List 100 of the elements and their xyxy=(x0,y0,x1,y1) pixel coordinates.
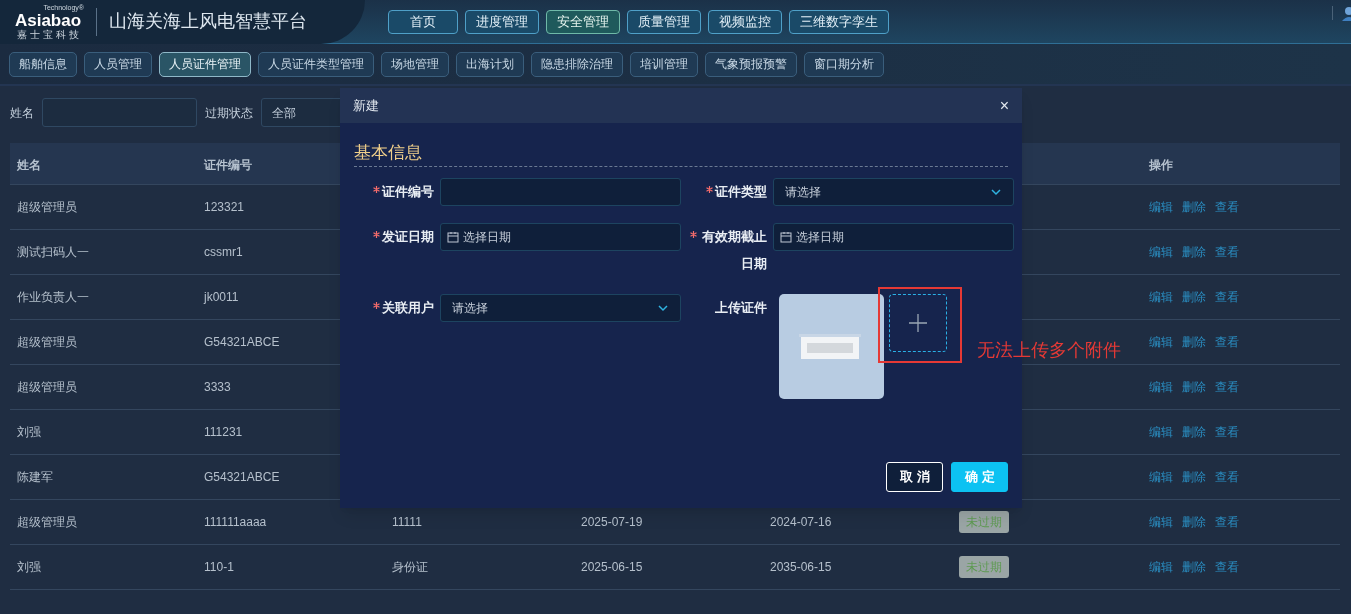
action-link[interactable]: 删除 xyxy=(1182,378,1206,396)
input-field[interactable] xyxy=(440,178,681,206)
action-link[interactable]: 删除 xyxy=(1182,333,1206,351)
table-cell-text: 作业负责人一 xyxy=(17,289,89,306)
sub-tab[interactable]: 人员证件管理 xyxy=(159,51,251,77)
action-link[interactable]: 编辑 xyxy=(1149,243,1173,261)
action-link[interactable]: 查看 xyxy=(1215,513,1239,531)
column-header: 姓名 xyxy=(17,157,41,172)
calendar-icon xyxy=(780,231,792,243)
annotation-text: 无法上传多个附件 xyxy=(977,339,1121,362)
action-link[interactable]: 删除 xyxy=(1182,558,1206,576)
nav-tab[interactable]: 安全管理 xyxy=(546,9,620,34)
field-label: 发证日期 xyxy=(382,228,434,246)
action-link[interactable]: 查看 xyxy=(1215,243,1239,261)
section-title: 基本信息 xyxy=(354,142,423,164)
date-field[interactable]: 选择日期 xyxy=(773,223,1014,251)
sub-tab[interactable]: 隐患排除治理 xyxy=(531,51,623,77)
nav-tab[interactable]: 三维数字孪生 xyxy=(789,9,889,34)
nav-tab[interactable]: 首页 xyxy=(388,9,458,34)
calendar-icon xyxy=(447,231,459,243)
cancel-button[interactable]: 取消 xyxy=(886,462,943,492)
action-link[interactable]: 查看 xyxy=(1215,198,1239,216)
sub-tab[interactable]: 出海计划 xyxy=(456,51,524,77)
action-link[interactable]: 查看 xyxy=(1215,288,1239,306)
action-link[interactable]: 删除 xyxy=(1182,423,1206,441)
table-cell-text: 111111aaaa xyxy=(204,514,267,531)
sub-tab[interactable]: 场地管理 xyxy=(381,51,449,77)
field-label: 关联用户 xyxy=(382,299,434,317)
field-label: 证件编号 xyxy=(382,183,434,201)
table-cell-text: 3333 xyxy=(204,379,231,396)
action-link[interactable]: 查看 xyxy=(1215,468,1239,486)
column-header: 操作 xyxy=(1149,157,1173,172)
dialog-title: 新建 xyxy=(353,96,379,115)
table-cell-text: jk0011 xyxy=(204,289,239,306)
action-link[interactable]: 查看 xyxy=(1215,378,1239,396)
action-link[interactable]: 删除 xyxy=(1182,198,1206,216)
action-link[interactable]: 查看 xyxy=(1215,333,1239,351)
action-link[interactable]: 删除 xyxy=(1182,288,1206,306)
table-cell-text: 超级管理员 xyxy=(17,514,77,531)
filter-label: 姓名 xyxy=(10,104,34,122)
name-field[interactable] xyxy=(42,98,197,127)
field-label: 有效期截止日期 xyxy=(701,228,767,273)
nav-tab[interactable]: 视频监控 xyxy=(708,9,782,34)
action-link[interactable]: 删除 xyxy=(1182,243,1206,261)
select-field[interactable]: 请选择 xyxy=(440,294,681,322)
table-cell-text: 超级管理员 xyxy=(17,379,77,396)
action-link[interactable]: 编辑 xyxy=(1149,198,1173,216)
table-cell-text: 110-1 xyxy=(204,559,234,576)
sub-tab[interactable]: 人员证件类型管理 xyxy=(258,51,374,77)
sub-tab[interactable]: 船舶信息 xyxy=(9,51,77,77)
table-cell-text: 身份证 xyxy=(392,559,428,576)
chevron-down-icon xyxy=(657,302,669,314)
action-link[interactable]: 删除 xyxy=(1182,468,1206,486)
table-cell-text: 刘强 xyxy=(17,424,41,441)
table-cell-text: 2024-07-16 xyxy=(770,514,832,531)
action-link[interactable]: 编辑 xyxy=(1149,513,1173,531)
action-link[interactable]: 查看 xyxy=(1215,558,1239,576)
nav-tab[interactable]: 质量管理 xyxy=(627,9,701,34)
status-tag: 未过期 xyxy=(959,511,1009,533)
action-link[interactable]: 查看 xyxy=(1215,423,1239,441)
action-link[interactable]: 编辑 xyxy=(1149,378,1173,396)
table-cell-text: cssmr1 xyxy=(204,244,243,261)
upload-button[interactable] xyxy=(889,294,947,352)
action-link[interactable]: 删除 xyxy=(1182,513,1206,531)
logo-subtitle: 嘉 士 宝 科 技 xyxy=(17,28,79,40)
table-cell-text: 2025-07-19 xyxy=(581,514,643,531)
sub-tab[interactable]: 窗口期分析 xyxy=(804,51,884,77)
select-field[interactable]: 请选择 xyxy=(773,178,1014,206)
date-field[interactable]: 选择日期 xyxy=(440,223,681,251)
action-link[interactable]: 编辑 xyxy=(1149,558,1173,576)
table-cell-text: 111231 xyxy=(204,424,243,441)
chevron-down-icon xyxy=(990,186,1002,198)
close-button[interactable]: × xyxy=(999,97,1009,114)
sub-tab[interactable]: 培训管理 xyxy=(630,51,698,77)
filter-label: 过期状态 xyxy=(205,104,253,122)
logo-text: Asiabao xyxy=(14,11,82,29)
confirm-button[interactable]: 确定 xyxy=(951,462,1008,492)
table-cell-text: 超级管理员 xyxy=(17,199,77,216)
field-label: 上传证件 xyxy=(715,299,767,317)
action-link[interactable]: 编辑 xyxy=(1149,423,1173,441)
field-label: 证件类型 xyxy=(715,183,767,201)
table-cell-text: 2035-06-15 xyxy=(770,559,832,576)
plus-icon xyxy=(909,314,927,332)
table-cell-text: G54321ABCE xyxy=(204,469,280,486)
table-cell-text: 刘强 xyxy=(17,559,41,576)
table-cell-text: 123321 xyxy=(204,199,245,216)
status-tag: 未过期 xyxy=(959,556,1009,578)
sub-tab[interactable]: 气象预报预警 xyxy=(705,51,797,77)
table-cell-text: G54321ABCE xyxy=(204,334,280,351)
action-link[interactable]: 编辑 xyxy=(1149,468,1173,486)
table-cell-text: 陈建军 xyxy=(17,469,53,486)
platform-title: 山海关海上风电智慧平台 xyxy=(109,10,307,33)
action-link[interactable]: 编辑 xyxy=(1149,288,1173,306)
nav-tab[interactable]: 进度管理 xyxy=(465,9,539,34)
table-cell-text: 测试扫码人一 xyxy=(17,244,89,261)
sub-tab[interactable]: 人员管理 xyxy=(84,51,152,77)
action-link[interactable]: 编辑 xyxy=(1149,333,1173,351)
table-cell-text: 11111 xyxy=(392,514,422,531)
table-cell-text: 超级管理员 xyxy=(17,334,77,351)
table-cell-text: 2025-06-15 xyxy=(581,559,643,576)
